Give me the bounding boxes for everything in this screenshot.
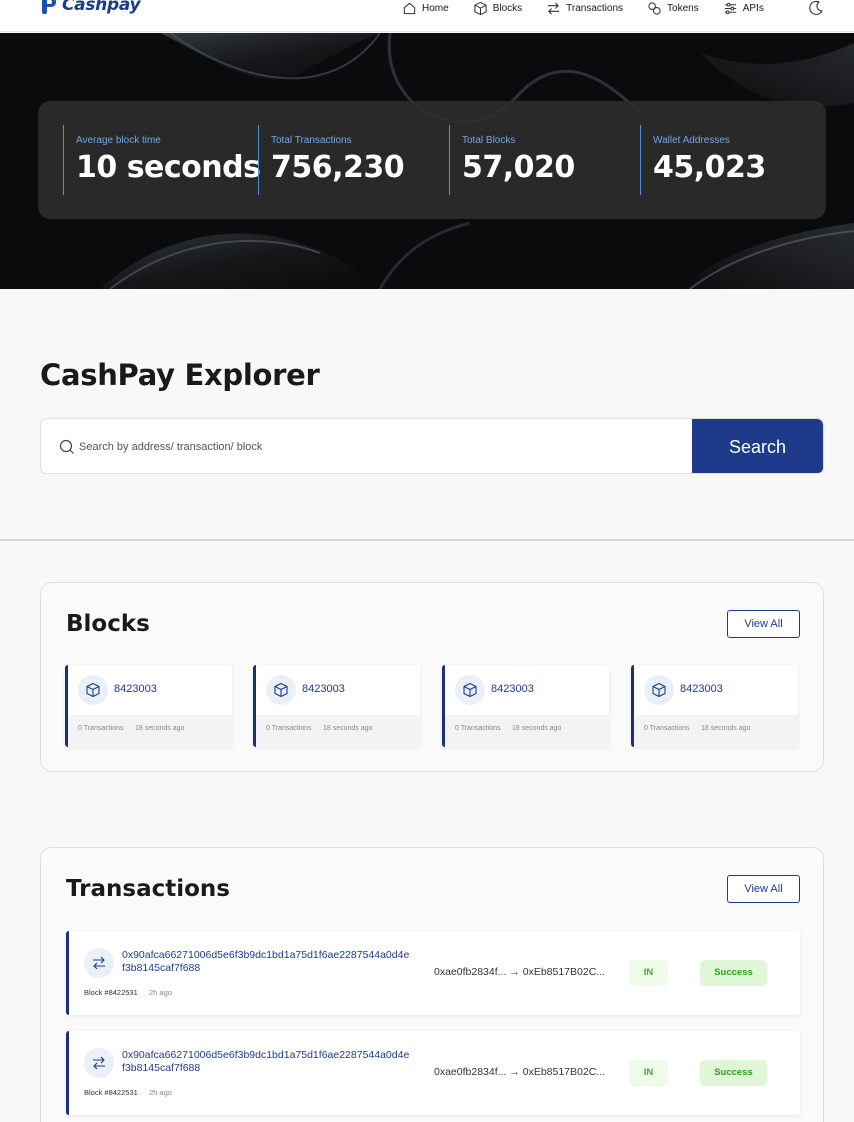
nav-item-apis[interactable]: APIs [723, 1, 764, 16]
nav-menu: Home Blocks Transactions Tokens APIs [402, 0, 788, 16]
cube-icon [455, 675, 485, 705]
block-card[interactable]: 8423003 0 Transactions 18 seconds ago [65, 665, 232, 747]
block-card[interactable]: 8423003 0 Transactions 18 seconds ago [631, 665, 798, 747]
nav-label: Transactions [566, 2, 624, 14]
direction-badge: IN [629, 960, 668, 986]
transactions-panel: Transactions View All 0x90afca66271006d5… [40, 847, 824, 1122]
block-tx-count: 0 Transactions [266, 725, 312, 732]
home-icon [403, 2, 416, 14]
block-tx-count: 0 Transactions [644, 725, 690, 732]
swap-icon [548, 2, 560, 14]
search-button[interactable]: Search [692, 419, 823, 473]
swap-icon [84, 1048, 114, 1078]
transaction-block[interactable]: Block #8422531 [84, 1088, 138, 1097]
block-tx-count: 0 Transactions [455, 725, 501, 732]
block-age: 18 seconds ago [512, 725, 562, 732]
blocks-title: Blocks [66, 611, 150, 637]
top-nav: Cashpay Home Blocks Transactions Tokens … [0, 0, 854, 32]
nav-item-tokens[interactable]: Tokens [647, 1, 699, 16]
moon-icon[interactable] [808, 0, 824, 16]
stat-label: Total Transactions [271, 135, 352, 146]
stat-label: Wallet Addresses [653, 135, 730, 146]
stat-average-block-time: Average block time 10 seconds [63, 125, 261, 195]
block-card[interactable]: 8423003 0 Transactions 18 seconds ago [253, 665, 420, 747]
transaction-hash-link[interactable]: 0x90afca66271006d5e6f3b9dc1bd1a75d1f6ae2… [122, 1049, 412, 1075]
status-badge: Success [700, 960, 767, 986]
transaction-age: 2h ago [149, 1088, 172, 1097]
direction-badge: IN [629, 1060, 668, 1086]
stat-total-transactions: Total Transactions 756,230 [258, 125, 405, 195]
stat-total-blocks: Total Blocks 57,020 [449, 125, 575, 195]
page-title: CashPay Explorer [40, 358, 320, 392]
stat-label: Total Blocks [462, 135, 516, 146]
transaction-hash-link[interactable]: 0x90afca66271006d5e6f3b9dc1bd1a75d1f6ae2… [122, 949, 412, 975]
transaction-row[interactable]: 0x90afca66271006d5e6f3b9dc1bd1a75d1f6ae2… [66, 1031, 800, 1115]
api-icon [724, 2, 736, 14]
block-number[interactable]: 8423003 [302, 683, 345, 695]
block-age: 18 seconds ago [323, 725, 373, 732]
stats-panel: Average block time 10 seconds Total Tran… [38, 101, 826, 219]
section-divider [0, 539, 854, 541]
transaction-age: 2h ago [149, 988, 172, 997]
stat-value: 45,023 [653, 150, 766, 185]
stat-wallet-addresses: Wallet Addresses 45,023 [640, 125, 766, 195]
blocks-view-all-button[interactable]: View All [727, 610, 800, 638]
transaction-route[interactable]: 0xae0fb2834f... → 0xEb8517B02C... [434, 966, 605, 978]
hero-banner: Average block time 10 seconds Total Tran… [0, 33, 854, 289]
search-input[interactable] [79, 429, 679, 465]
nav-label: Tokens [667, 2, 699, 14]
transactions-title: Transactions [66, 876, 230, 902]
block-tx-count: 0 Transactions [78, 725, 124, 732]
cube-icon [266, 675, 296, 705]
blocks-panel: Blocks View All 8423003 0 Transactions 1… [40, 582, 824, 772]
nav-item-home[interactable]: Home [402, 1, 449, 16]
swap-icon [84, 948, 114, 978]
search-bar: Search [40, 418, 824, 474]
stat-value: 756,230 [271, 150, 405, 185]
logo[interactable]: Cashpay [40, 0, 141, 15]
cashpay-logo-icon [42, 0, 56, 14]
block-number[interactable]: 8423003 [680, 683, 723, 695]
transactions-view-all-button[interactable]: View All [727, 875, 800, 903]
status-badge: Success [700, 1060, 767, 1086]
transaction-block[interactable]: Block #8422531 [84, 988, 138, 997]
brand-name: Cashpay [62, 0, 141, 15]
nav-label: Blocks [492, 2, 523, 14]
cube-icon [474, 1, 487, 15]
nav-label: Home [422, 2, 449, 14]
tokens-icon [648, 1, 661, 15]
block-age: 18 seconds ago [701, 725, 751, 732]
block-card[interactable]: 8423003 0 Transactions 18 seconds ago [442, 665, 609, 747]
nav-label: APIs [742, 2, 764, 14]
cube-icon [644, 675, 674, 705]
block-age: 18 seconds ago [135, 725, 185, 732]
stat-value: 10 seconds [76, 150, 261, 185]
search-icon [59, 439, 74, 454]
block-number[interactable]: 8423003 [491, 683, 534, 695]
stat-label: Average block time [76, 135, 161, 146]
nav-item-transactions[interactable]: Transactions [546, 1, 623, 16]
transaction-route[interactable]: 0xae0fb2834f... → 0xEb8517B02C... [434, 1066, 605, 1078]
transaction-row[interactable]: 0x90afca66271006d5e6f3b9dc1bd1a75d1f6ae2… [66, 931, 800, 1015]
cube-icon [78, 675, 108, 705]
block-number[interactable]: 8423003 [114, 683, 157, 695]
nav-item-blocks[interactable]: Blocks [473, 1, 522, 16]
stat-value: 57,020 [462, 150, 575, 185]
